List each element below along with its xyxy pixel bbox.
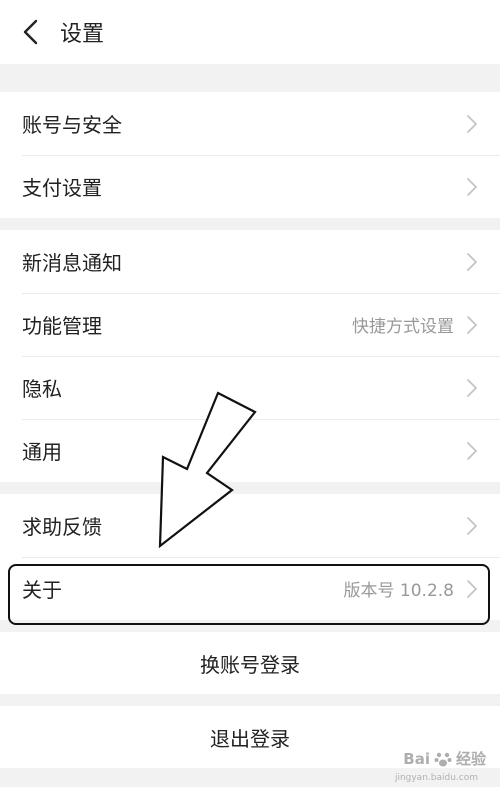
page-title: 设置 bbox=[60, 22, 105, 47]
chevron-right-icon bbox=[466, 441, 478, 461]
settings-item-label: 账号与安全 bbox=[22, 113, 122, 137]
chevron-right-icon bbox=[466, 378, 478, 398]
settings-item-value: 快捷方式设置 bbox=[352, 317, 454, 337]
chevron-right-icon bbox=[466, 114, 478, 134]
version-value: 版本号 10.2.8 bbox=[343, 581, 454, 601]
settings-item-label: 功能管理 bbox=[22, 314, 102, 338]
settings-item-label: 关于 bbox=[22, 578, 62, 602]
settings-item-help-feedback[interactable]: 求助反馈 bbox=[0, 494, 500, 557]
chevron-right-icon bbox=[466, 516, 478, 536]
watermark-brand: Bai bbox=[403, 749, 430, 768]
settings-item-account-security[interactable]: 账号与安全 bbox=[0, 92, 500, 155]
back-button[interactable] bbox=[0, 0, 60, 64]
header-bar: 设置 bbox=[0, 0, 500, 64]
settings-group-general: 新消息通知 功能管理 快捷方式设置 隐私 通用 bbox=[0, 230, 500, 482]
settings-item-payment[interactable]: 支付设置 bbox=[0, 155, 500, 218]
watermark-logo: Bai 经验 bbox=[403, 748, 486, 769]
chevron-right-icon bbox=[466, 579, 478, 599]
settings-item-label: 支付设置 bbox=[22, 176, 102, 200]
chevron-right-icon bbox=[466, 177, 478, 197]
settings-item-label: 新消息通知 bbox=[22, 251, 122, 275]
watermark-url: jingyan.baidu.com bbox=[394, 773, 478, 783]
settings-item-about[interactable]: 关于 版本号 10.2.8 bbox=[0, 557, 500, 620]
chevron-right-icon bbox=[466, 252, 478, 272]
chevron-left-icon bbox=[23, 19, 38, 45]
settings-item-label: 通用 bbox=[22, 440, 62, 464]
paw-icon bbox=[434, 752, 452, 766]
settings-item-general[interactable]: 通用 bbox=[0, 419, 500, 482]
settings-item-label: 隐私 bbox=[22, 377, 62, 401]
settings-item-notifications[interactable]: 新消息通知 bbox=[0, 230, 500, 293]
settings-item-privacy[interactable]: 隐私 bbox=[0, 356, 500, 419]
chevron-right-icon bbox=[466, 315, 478, 335]
settings-item-feature-management[interactable]: 功能管理 快捷方式设置 bbox=[0, 293, 500, 356]
settings-group-account: 账号与安全 支付设置 bbox=[0, 92, 500, 218]
watermark-brand-tail: 经验 bbox=[455, 750, 486, 768]
settings-group-help: 求助反馈 关于 版本号 10.2.8 bbox=[0, 494, 500, 620]
settings-item-label: 求助反馈 bbox=[22, 515, 102, 539]
switch-account-button[interactable]: 换账号登录 bbox=[0, 632, 500, 694]
